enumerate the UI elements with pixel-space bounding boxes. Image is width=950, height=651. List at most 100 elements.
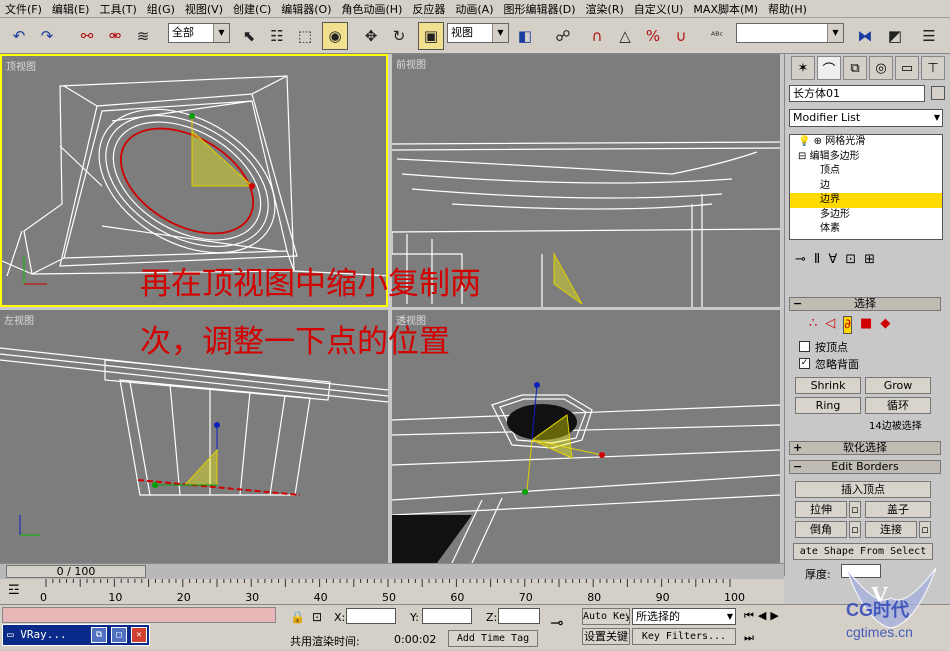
- by-vertex-checkbox[interactable]: [799, 341, 810, 352]
- key-mode-toggle-icon[interactable]: ⏭: [744, 631, 754, 645]
- menu-views[interactable]: 视图(V): [180, 1, 228, 17]
- viewport-perspective[interactable]: 透视图: [392, 310, 780, 563]
- track-bar[interactable]: ☲ 0 10 20 30 40 50 60 70 80 90 100: [0, 579, 784, 604]
- spinner-snap-icon[interactable]: ∪: [668, 22, 694, 50]
- rollout-soft-selection-header[interactable]: + 软化选择: [789, 441, 941, 455]
- ignore-backfacing-checkbox[interactable]: ✓: [799, 358, 810, 369]
- menu-tools[interactable]: 工具(T): [94, 1, 141, 17]
- motion-tab-icon[interactable]: ◎: [869, 56, 893, 80]
- menu-create[interactable]: 创建(C): [228, 1, 276, 17]
- object-name-field[interactable]: 长方体01: [789, 85, 925, 102]
- menu-animation[interactable]: 动画(A): [450, 1, 498, 17]
- redo-icon[interactable]: ↷: [34, 22, 60, 50]
- bind-spacewarp-icon[interactable]: ≋: [130, 22, 156, 50]
- play-icon[interactable]: ▶: [770, 609, 778, 625]
- move-icon[interactable]: ✥: [358, 22, 384, 50]
- loop-button[interactable]: 循环: [865, 397, 931, 414]
- stack-item-element[interactable]: 体素: [790, 222, 942, 237]
- x-coord-field[interactable]: [346, 608, 396, 624]
- snap-toggle-icon[interactable]: ∩: [584, 22, 610, 50]
- time-slider-thumb[interactable]: 0 / 100: [6, 565, 146, 578]
- rect-selection-icon[interactable]: ⬚: [292, 22, 318, 50]
- create-shape-button[interactable]: ate Shape From Select: [793, 543, 933, 560]
- align-icon[interactable]: ◩: [882, 22, 908, 50]
- vertex-mode-icon[interactable]: ∴: [809, 316, 817, 334]
- menu-modifiers[interactable]: 编辑器(O): [276, 1, 336, 17]
- viewport-label-top[interactable]: 顶视图: [6, 58, 36, 73]
- insert-vertex-button[interactable]: 插入顶点: [795, 481, 931, 498]
- remove-modifier-icon[interactable]: ⊡: [845, 252, 856, 270]
- link-icon[interactable]: ⚯: [74, 22, 100, 50]
- width-spinner[interactable]: [841, 564, 881, 578]
- scale-icon[interactable]: ▣: [418, 22, 444, 50]
- make-unique-icon[interactable]: ∀: [828, 252, 837, 270]
- stack-item-meshsmooth[interactable]: 💡 ⊕ 网格光滑: [790, 135, 942, 150]
- menu-edit[interactable]: 编辑(E): [47, 1, 95, 17]
- go-to-start-icon[interactable]: ⏮: [744, 609, 754, 625]
- modifier-list-dropdown[interactable]: Modifier List ▼: [789, 109, 943, 127]
- shrink-button[interactable]: Shrink: [795, 377, 861, 394]
- absolute-mode-icon[interactable]: ⊡: [312, 610, 322, 624]
- maxscript-listener-mini[interactable]: [2, 607, 276, 623]
- element-mode-icon[interactable]: ◆: [880, 316, 890, 334]
- display-tab-icon[interactable]: ▭: [895, 56, 919, 80]
- show-end-result-icon[interactable]: Ⅱ: [814, 252, 820, 270]
- percent-snap-icon[interactable]: %: [640, 22, 666, 50]
- lock-selection-icon[interactable]: 🔒: [290, 610, 305, 624]
- unlink-icon[interactable]: ⚮: [102, 22, 128, 50]
- cap-button[interactable]: 盖子: [865, 501, 931, 518]
- select-object-icon[interactable]: ⬉: [236, 22, 262, 50]
- stack-item-vertex[interactable]: 顶点: [790, 164, 942, 179]
- object-color-swatch[interactable]: [931, 86, 945, 100]
- angle-snap-icon[interactable]: △: [612, 22, 638, 50]
- restore-icon[interactable]: ⧉: [91, 627, 107, 643]
- undo-icon[interactable]: ↶: [6, 22, 32, 50]
- edit-named-selection-icon[interactable]: ᴬᴮᶜ: [704, 22, 730, 50]
- key-icon[interactable]: ⊸: [550, 613, 563, 632]
- menu-character[interactable]: 角色动画(H): [337, 1, 408, 17]
- menu-maxscript[interactable]: MAX脚本(M): [688, 1, 763, 17]
- stack-item-edge[interactable]: 边: [790, 179, 942, 194]
- viewport-label-front[interactable]: 前视图: [396, 56, 426, 71]
- layer-manager-icon[interactable]: ☰: [916, 22, 942, 50]
- border-mode-icon[interactable]: ∂: [843, 316, 853, 334]
- menu-customize[interactable]: 自定义(U): [629, 1, 689, 17]
- y-coord-field[interactable]: [422, 608, 472, 624]
- selection-filter-dropdown[interactable]: 全部 ▼: [168, 23, 230, 43]
- maximize-icon[interactable]: □: [111, 627, 127, 643]
- rollout-selection-header[interactable]: − 选择: [789, 297, 941, 311]
- key-mode-dropdown[interactable]: 所选择的 ▼: [632, 608, 736, 625]
- menu-reactor[interactable]: 反应器: [407, 1, 450, 17]
- previous-frame-icon[interactable]: ◀: [758, 609, 766, 625]
- modify-tab-icon[interactable]: ⌒: [817, 56, 841, 80]
- window-crossing-icon[interactable]: ◉: [322, 22, 348, 50]
- key-filters-button[interactable]: Key Filters...: [632, 628, 736, 645]
- ring-button[interactable]: Ring: [795, 397, 861, 414]
- taskbar-vray-button[interactable]: ▭ VRay... ⧉ □ ✕: [2, 624, 150, 646]
- add-time-tag-button[interactable]: Add Time Tag: [448, 630, 538, 647]
- menu-group[interactable]: 组(G): [142, 1, 180, 17]
- mirror-icon[interactable]: ⧓: [852, 22, 878, 50]
- connect-button[interactable]: 连接: [865, 521, 917, 538]
- rollout-edit-borders-header[interactable]: − Edit Borders: [789, 460, 941, 474]
- edge-mode-icon[interactable]: ◁: [825, 316, 835, 334]
- configure-sets-icon[interactable]: ⊞: [864, 252, 875, 270]
- extrude-settings-button[interactable]: ▫: [849, 501, 861, 518]
- set-key-button[interactable]: 设置关键: [582, 628, 630, 645]
- extrude-button[interactable]: 拉伸: [795, 501, 847, 518]
- z-coord-field[interactable]: [498, 608, 540, 624]
- reference-coord-dropdown[interactable]: 视图 ▼: [447, 23, 509, 43]
- manipulate-icon[interactable]: ☍: [550, 22, 576, 50]
- auto-key-button[interactable]: Auto Key: [582, 608, 630, 625]
- close-icon[interactable]: ✕: [131, 627, 147, 643]
- stack-item-edit-poly[interactable]: ⊟ 编辑多边形: [790, 150, 942, 165]
- hierarchy-tab-icon[interactable]: ⧉: [843, 56, 867, 80]
- menu-graph-editors[interactable]: 图形编辑器(D): [498, 1, 580, 17]
- stack-item-border[interactable]: 边界: [790, 193, 942, 208]
- chamfer-settings-button[interactable]: ▫: [849, 521, 861, 538]
- pivot-center-icon[interactable]: ◧: [512, 22, 538, 50]
- grow-button[interactable]: Grow: [865, 377, 931, 394]
- utilities-tab-icon[interactable]: ⊤: [921, 56, 945, 80]
- named-selection-dropdown[interactable]: ▼: [736, 23, 844, 43]
- menu-help[interactable]: 帮助(H): [763, 1, 812, 17]
